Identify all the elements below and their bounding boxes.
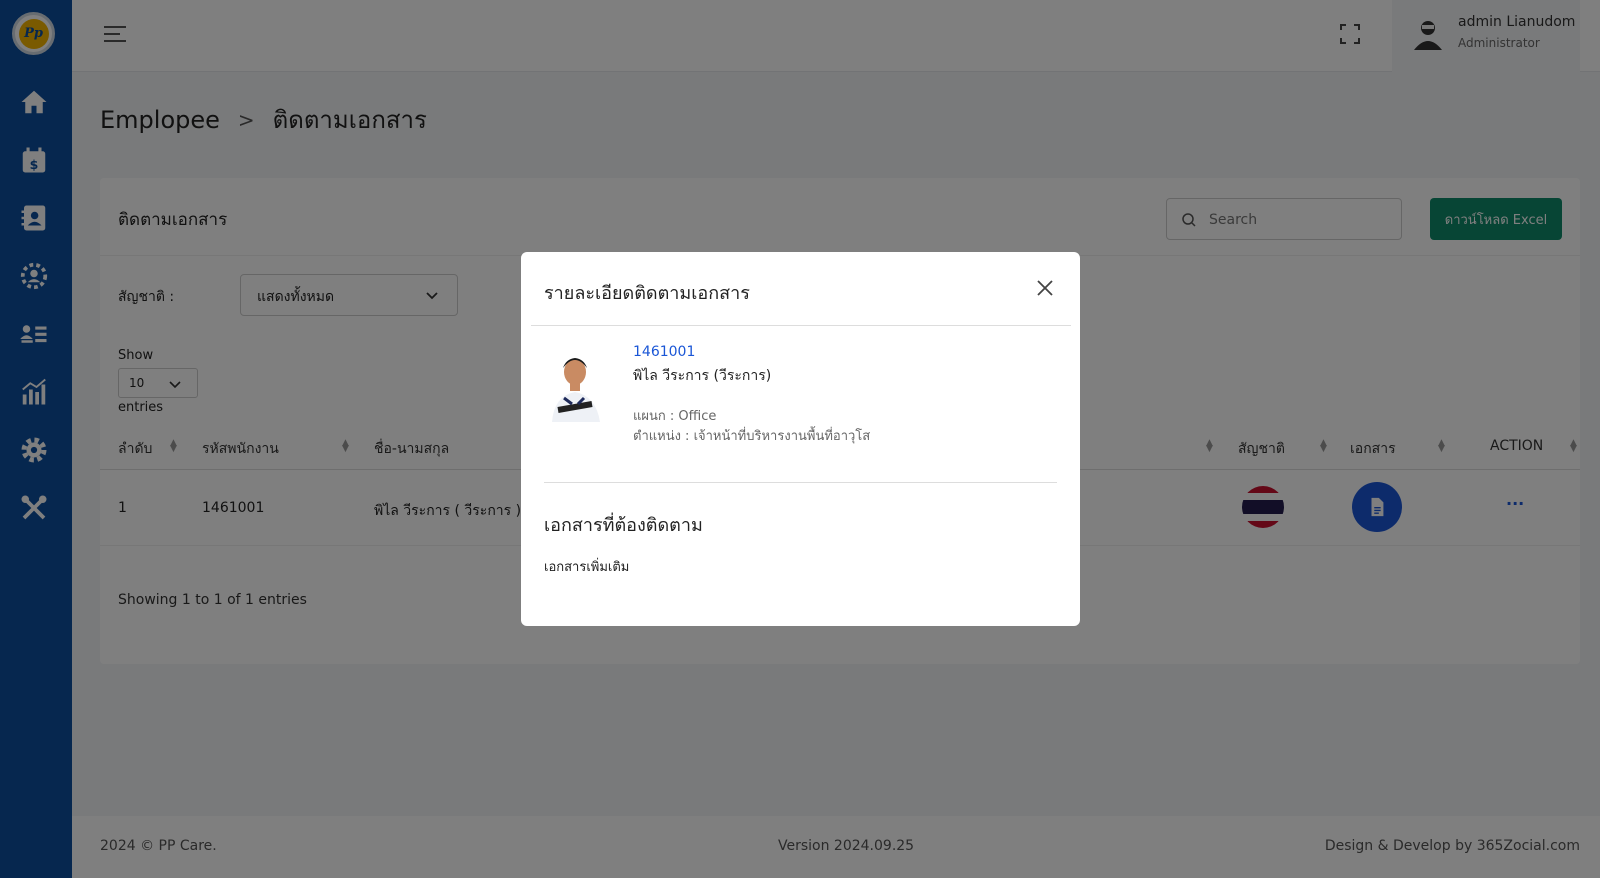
divider [544, 482, 1057, 483]
employee-position: ตำแหน่ง : เจ้าหน้าที่บริหารงานพื้นที่อาว… [633, 429, 871, 444]
employee-id-link[interactable]: 1461001 [633, 344, 695, 360]
divider [531, 325, 1071, 326]
close-icon[interactable] [1035, 278, 1055, 298]
document-detail-modal: รายละเอียดติดตามเอกสาร 1461001 พิไล วีระ… [521, 252, 1080, 626]
docs-item: เอกสารเพิ่มเติม [544, 560, 630, 575]
employee-name: พิไล วีระการ (วีระการ) [633, 368, 772, 384]
employee-department: แผนก : Office [633, 409, 717, 424]
modal-title: รายละเอียดติดตามเอกสาร [544, 283, 750, 304]
docs-heading: เอกสารที่ต้องติดตาม [544, 515, 703, 536]
employee-photo [544, 346, 606, 422]
